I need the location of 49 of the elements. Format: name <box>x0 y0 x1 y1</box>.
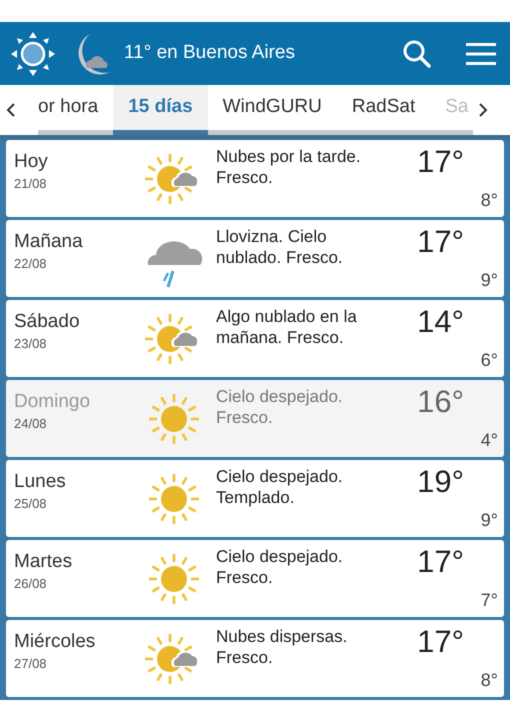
day-name: Lunes <box>14 470 66 494</box>
day-card[interactable]: Sábado 23/08 Algo nublado en la mañana. Fresco. 14° 6° <box>6 300 504 377</box>
high-temperature: 17° <box>417 144 464 180</box>
day-card[interactable]: Lunes 25/08 Cielo despejado. Templado. 19° 9° <box>6 460 504 537</box>
day-date: 25/08 <box>14 495 47 513</box>
forecast-summary: Nubes dispersas. Fresco. <box>216 626 348 668</box>
day-date: 26/08 <box>14 575 47 593</box>
day-name: Miércoles <box>14 630 96 654</box>
day-name: Domingo <box>14 390 90 414</box>
day-date: 27/08 <box>14 655 47 673</box>
day-card[interactable]: Domingo 24/08 Cielo despejado. Fresco. 16° 4° <box>6 380 504 457</box>
low-temperature: 6° <box>480 349 498 371</box>
day-date: 24/08 <box>14 415 47 433</box>
low-temperature: 7° <box>480 589 498 611</box>
low-temperature: 9° <box>480 509 498 531</box>
day-card[interactable]: Miércoles 27/08 Nubes dispersas. Fresco. 17° 8° <box>6 620 504 697</box>
low-temperature: 8° <box>480 189 498 211</box>
high-temperature: 19° <box>417 464 464 500</box>
low-temperature: 9° <box>480 269 498 291</box>
high-temperature: 17° <box>417 544 464 580</box>
forecast-summary: Algo nublado en la mañana. Fresco. <box>216 306 358 348</box>
forecast-summary: Cielo despejado. Fresco. <box>216 546 344 588</box>
day-date: 21/08 <box>14 175 47 193</box>
forecast-summary: Cielo despejado. Fresco. <box>216 386 344 428</box>
high-temperature: 16° <box>417 384 464 420</box>
day-name: Mañana <box>14 230 83 254</box>
chevron-left-icon[interactable] <box>6 103 16 117</box>
day-name: Martes <box>14 550 72 574</box>
day-date: 23/08 <box>14 335 47 353</box>
forecast-summary: Cielo despejado. Templado. <box>216 466 344 508</box>
location-title: 11° en Buenos Aires <box>124 41 295 66</box>
high-temperature: 17° <box>417 624 464 660</box>
low-temperature: 4° <box>480 429 498 451</box>
high-temperature: 14° <box>417 304 464 340</box>
day-card[interactable]: Martes 26/08 Cielo despejado. Fresco. 17° 7° <box>6 540 504 617</box>
forecast-summary: Nubes por la tarde. Fresco. <box>216 146 362 188</box>
menu-icon[interactable] <box>466 42 496 66</box>
day-card[interactable]: Mañana 22/08 Llovizna. Cielo nublado. Fresco. 17° 9° <box>6 220 504 297</box>
forecast-summary: Llovizna. Cielo nublado. Fresco. <box>216 226 344 268</box>
high-temperature: 17° <box>417 224 464 260</box>
search-icon[interactable] <box>402 38 432 68</box>
chevron-right-icon[interactable] <box>478 103 488 117</box>
day-card[interactable]: Hoy 21/08 Nubes por la tarde. Fresco. 17° 8° <box>6 140 504 217</box>
day-date: 22/08 <box>14 255 47 273</box>
sun-icon[interactable] <box>10 30 56 76</box>
day-name: Sábado <box>14 310 80 334</box>
day-name: Hoy <box>14 150 48 174</box>
low-temperature: 8° <box>480 669 498 691</box>
tab[interactable]: 15 días <box>113 85 208 135</box>
